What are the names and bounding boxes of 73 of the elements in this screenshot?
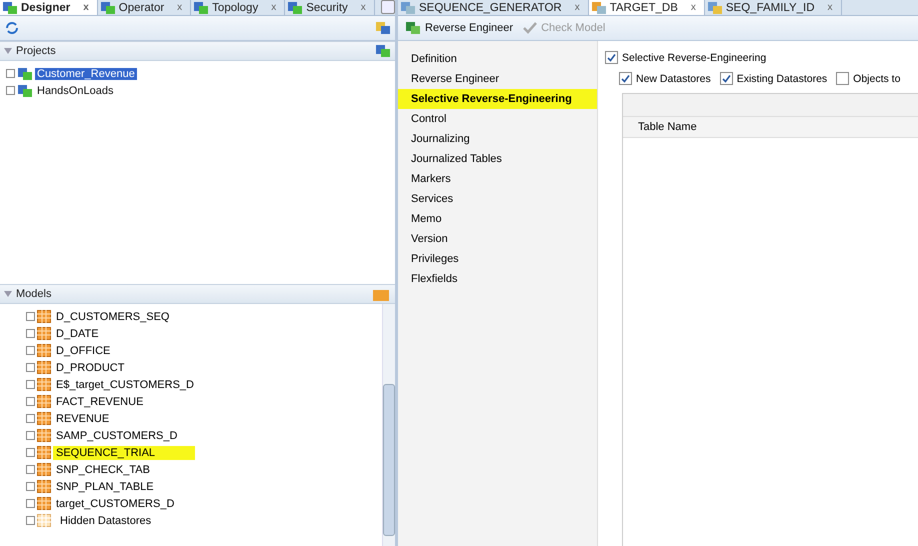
checkbox[interactable]: Existing Datastores	[720, 72, 828, 85]
table-icon	[37, 497, 51, 510]
table-icon	[37, 514, 51, 527]
checkmark-icon	[523, 22, 538, 34]
tab-icon	[590, 0, 607, 14]
tree-item[interactable]: D_DATE	[53, 326, 139, 340]
tree-item[interactable]: E$_target_CUSTOMERS_D	[53, 378, 234, 392]
table-icon	[37, 412, 51, 425]
nav-item[interactable]: Version	[411, 229, 597, 249]
tab[interactable]: SEQ_FAMILY_ID x	[704, 0, 842, 15]
nav-item[interactable]: Journalizing	[411, 129, 597, 149]
tab-icon	[100, 0, 116, 14]
refresh-icon[interactable]	[4, 20, 20, 36]
panel-title: Projects	[16, 45, 56, 57]
nav-item[interactable]: Privileges	[411, 249, 597, 269]
tree-item[interactable]: SEQUENCE_TRIAL	[53, 446, 196, 460]
project-icon	[17, 84, 33, 98]
nav-item[interactable]: Definition	[411, 49, 597, 69]
column-header[interactable]: Table Name	[623, 117, 918, 138]
table-icon	[37, 395, 51, 408]
table-icon	[37, 327, 51, 340]
checkbox[interactable]: Objects to	[836, 72, 900, 85]
tab-icon	[287, 0, 304, 14]
table-icon	[37, 429, 51, 442]
tree-item[interactable]: SNP_CHECK_TAB	[53, 462, 190, 476]
tree-item[interactable]: HandsOnLoads	[35, 84, 116, 96]
tree-item[interactable]: D_CUSTOMERS_SEQ	[53, 310, 210, 324]
nav-item[interactable]: Journalized Tables	[411, 149, 597, 169]
table-icon	[37, 361, 51, 374]
table-icon	[37, 310, 51, 323]
tree-item[interactable]: Hidden Datastores	[57, 514, 192, 528]
tab-icon	[2, 0, 18, 14]
tree-item[interactable]: REVENUE	[53, 412, 150, 426]
project-icon	[17, 66, 33, 80]
nav-item[interactable]: Services	[411, 189, 597, 209]
tab-icon	[706, 0, 723, 14]
checkbox[interactable]: New Datastores	[619, 72, 711, 85]
tab-icon	[193, 0, 210, 14]
table-icon	[37, 480, 51, 493]
tab[interactable]: Topology x	[191, 0, 286, 15]
tab[interactable]: Operator x	[98, 0, 192, 15]
tab[interactable]: TARGET_DB x	[588, 0, 705, 15]
tree-item[interactable]: FACT_REVENUE	[53, 394, 184, 408]
tree-item[interactable]: D_PRODUCT	[53, 360, 164, 374]
tree-item[interactable]: D_OFFICE	[53, 344, 150, 358]
toolbar-button[interactable]: Reverse Engineer	[402, 21, 516, 35]
check-icon	[621, 74, 630, 83]
nav-item[interactable]: Flexfields	[411, 269, 597, 289]
nav-item[interactable]: Memo	[411, 209, 597, 229]
minimize-button[interactable]	[381, 0, 395, 14]
tab[interactable]: Security x	[285, 0, 375, 15]
scrollbar[interactable]	[382, 304, 395, 546]
check-icon	[607, 53, 616, 62]
panel-title: Models	[16, 288, 52, 300]
collapse-icon[interactable]	[4, 48, 12, 54]
nav-item[interactable]: Reverse Engineer	[411, 69, 597, 89]
table-icon	[37, 344, 51, 357]
tree-item[interactable]: target_CUSTOMERS_D	[53, 496, 214, 510]
tab-icon	[400, 0, 416, 14]
collapse-icon[interactable]	[4, 291, 12, 297]
tree-item[interactable]: Customer_Revenue	[35, 68, 137, 80]
check-icon	[722, 74, 731, 83]
nav-item[interactable]: Selective Reverse-Engineering	[398, 89, 597, 109]
nav-item[interactable]: Control	[411, 109, 597, 129]
tab[interactable]: Designer x	[0, 0, 98, 15]
table-icon	[37, 446, 51, 459]
table-icon	[37, 378, 51, 391]
tab[interactable]: SEQUENCE_GENERATOR x	[398, 0, 589, 15]
tree-item[interactable]: SAMP_CUSTOMERS_D	[53, 428, 218, 442]
tree-item[interactable]: SNP_PLAN_TABLE	[53, 480, 194, 494]
checkbox[interactable]: Selective Reverse-Engineering	[605, 51, 918, 64]
table-icon	[37, 463, 51, 476]
nav-item[interactable]: Markers	[411, 169, 597, 189]
